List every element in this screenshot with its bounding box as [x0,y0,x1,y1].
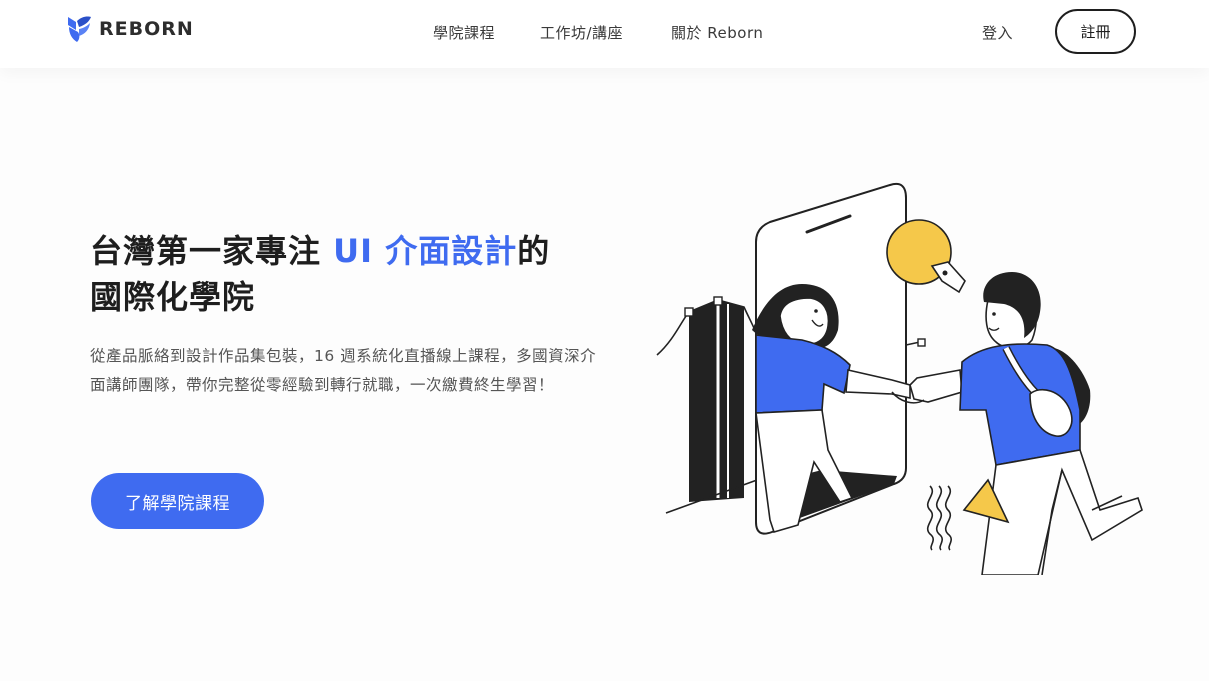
headline-accent: UI 介面設計 [333,232,518,270]
hero-illustration [656,182,1143,575]
nav-item-courses[interactable]: 學院課程 [433,22,495,43]
headline-part2: 的 [517,232,551,270]
learn-courses-button[interactable]: 了解學院課程 [91,473,264,529]
nav-item-about[interactable]: 關於 Reborn [671,22,763,43]
login-link[interactable]: 登入 [982,22,1013,43]
headline-part1: 台灣第一家專注 [90,232,334,270]
headline-line2: 國際化學院 [90,278,256,316]
signup-button[interactable]: 註冊 [1055,9,1136,54]
hero-description: 從產品脈絡到設計作品集包裝，16 週系統化直播線上課程，多國資深介面講師團隊，帶… [90,347,597,394]
hero-headline: 台灣第一家專注 UI 介面設計的國際化學院 [90,228,610,320]
nav-item-workshops[interactable]: 工作坊/講座 [540,22,623,43]
main-nav: 學院課程 工作坊/講座 關於 Reborn [0,22,1209,42]
site-header: REBORN 學院課程 工作坊/講座 關於 Reborn 登入 註冊 [0,0,1209,68]
